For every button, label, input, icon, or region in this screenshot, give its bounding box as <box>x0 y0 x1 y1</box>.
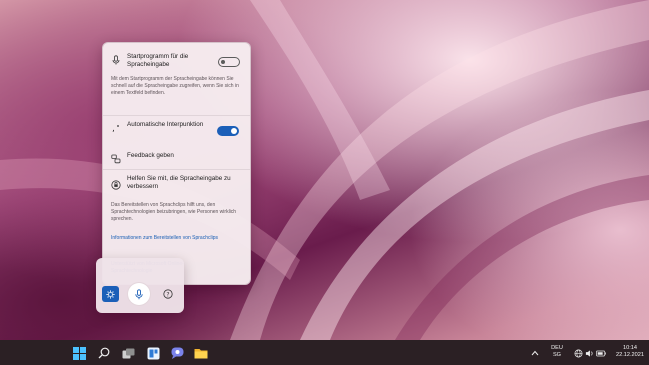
microphone-icon <box>112 55 120 65</box>
start-icon <box>72 346 86 360</box>
task-view-icon <box>122 348 134 358</box>
speaker-icon <box>585 349 593 357</box>
help-button[interactable]: ? <box>163 289 173 299</box>
task-view-button[interactable] <box>121 346 135 360</box>
teams-chat-icon <box>171 347 183 359</box>
improve-label: Helfen Sie mit, die Spracheingabe zu ver… <box>127 175 231 191</box>
widgets-button[interactable] <box>146 346 160 360</box>
launcher-description: Mit dem Startprogramm der Spracheingabe … <box>111 76 239 96</box>
taskbar: DEU SG 10:14 22.12.2021 <box>0 340 649 365</box>
svg-text:,: , <box>112 124 115 133</box>
voice-typing-settings-panel: Startprogramm für die Spracheingabe Mit … <box>102 42 251 285</box>
feedback-label: Feedback geben <box>127 152 174 159</box>
svg-text:?: ? <box>166 291 169 298</box>
input-language-indicator[interactable]: DEU SG <box>548 345 566 359</box>
battery-icon <box>596 350 606 356</box>
feedback-row[interactable]: Feedback geben <box>111 152 242 164</box>
gear-icon <box>106 289 115 299</box>
improve-description: Das Bereitstellen von Sprachclips hilft … <box>111 202 237 222</box>
launcher-toggle[interactable] <box>218 57 240 67</box>
date: 22.12.2021 <box>616 352 644 358</box>
show-hidden-icons-button[interactable] <box>528 346 542 360</box>
punctuation-icon: , <box>112 124 119 133</box>
chevron-up-icon <box>531 350 539 356</box>
voice-typing-bar: ? <box>96 258 184 313</box>
file-explorer-button[interactable] <box>194 346 208 360</box>
region-code: SG <box>552 352 562 358</box>
improve-row: Helfen Sie mit, die Spracheingabe zu ver… <box>111 175 242 191</box>
search-button[interactable] <box>97 346 111 360</box>
feedback-icon <box>111 154 121 164</box>
start-button[interactable] <box>72 346 86 360</box>
punctuation-label: Automatische Interpunktion <box>127 121 204 128</box>
lock-icon <box>111 180 121 190</box>
toggle-knob <box>221 60 225 64</box>
quick-settings-button[interactable] <box>572 346 608 360</box>
divider <box>103 115 250 116</box>
clock[interactable]: 10:14 22.12.2021 <box>612 345 648 359</box>
speech-clips-info-link[interactable]: Informationen zum Bereitstellen von Spra… <box>111 235 221 242</box>
punctuation-toggle[interactable] <box>217 126 239 136</box>
microphone-icon <box>135 288 143 299</box>
microphone-button[interactable] <box>128 283 150 305</box>
toggle-knob <box>231 128 237 134</box>
divider <box>103 169 250 170</box>
language-code: DEU <box>551 345 563 351</box>
search-icon <box>98 347 110 359</box>
teams-chat-button[interactable] <box>170 346 184 360</box>
time: 10:14 <box>623 345 637 351</box>
settings-button[interactable] <box>102 286 119 302</box>
help-icon: ? <box>163 289 173 299</box>
widgets-icon <box>147 347 159 359</box>
file-explorer-icon <box>194 349 208 359</box>
launcher-label: Startprogramm für die Spracheingabe <box>127 53 189 69</box>
globe-icon <box>574 349 583 357</box>
